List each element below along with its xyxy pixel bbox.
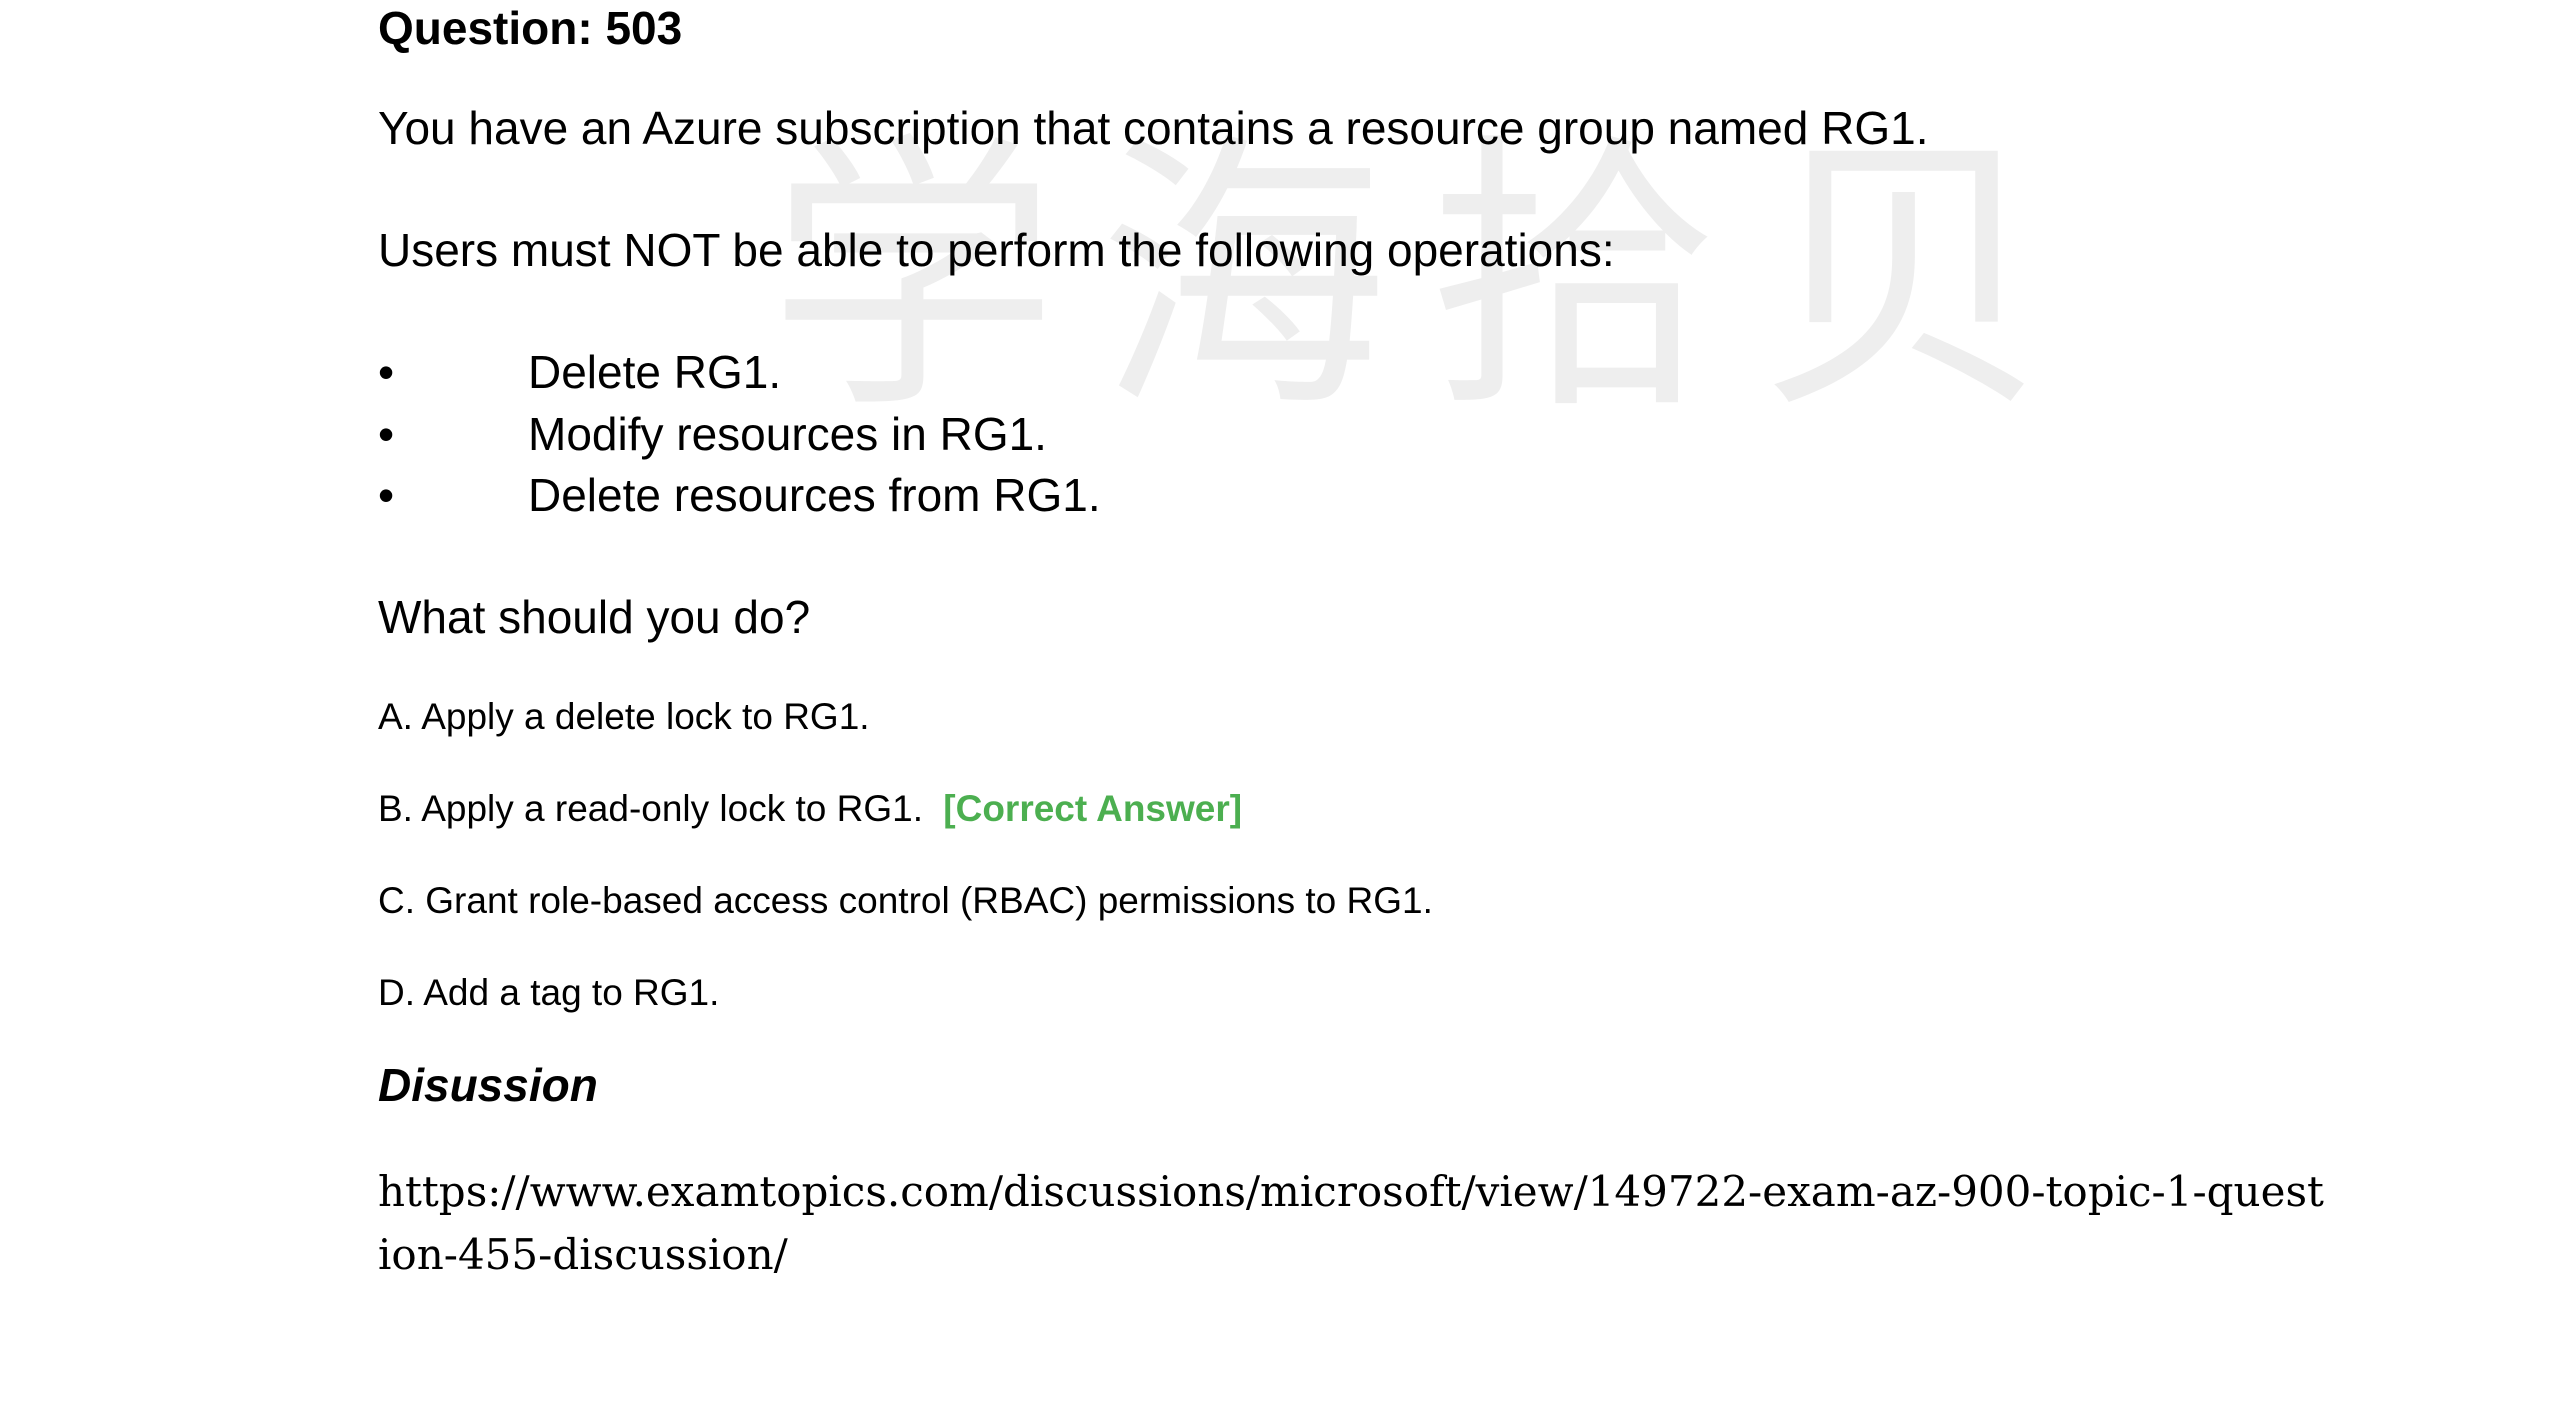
question-requirement: Users must NOT be able to perform the fo… (378, 224, 1615, 276)
bullet-text: Delete RG1. (528, 346, 782, 398)
option-b-text: B. Apply a read-only lock to RG1. (378, 788, 923, 829)
bullet-icon: • (378, 408, 395, 460)
question-title: Question: 503 (378, 2, 683, 54)
option-b: B. Apply a read-only lock to RG1. [Corre… (378, 787, 1242, 831)
document-page: 学海拾贝 Question: 503 You have an Azure sub… (0, 0, 2550, 1426)
question-intro: You have an Azure subscription that cont… (378, 102, 1929, 154)
question-prompt: What should you do? (378, 591, 811, 643)
bullet-text: Delete resources from RG1. (528, 469, 1101, 521)
discussion-title: Disussion (378, 1059, 598, 1111)
option-c: C. Grant role-based access control (RBAC… (378, 880, 1433, 921)
bullet-icon: • (378, 469, 395, 521)
correct-answer-tag: [Correct Answer] (943, 788, 1243, 829)
bullet-icon: • (378, 346, 395, 398)
option-d: D. Add a tag to RG1. (378, 972, 720, 1013)
watermark: 学海拾贝 (768, 111, 2088, 448)
bullet-text: Modify resources in RG1. (528, 408, 1047, 460)
discussion-url[interactable]: https://www.examtopics.com/discussions/m… (378, 1160, 2328, 1286)
option-a: A. Apply a delete lock to RG1. (378, 696, 870, 737)
